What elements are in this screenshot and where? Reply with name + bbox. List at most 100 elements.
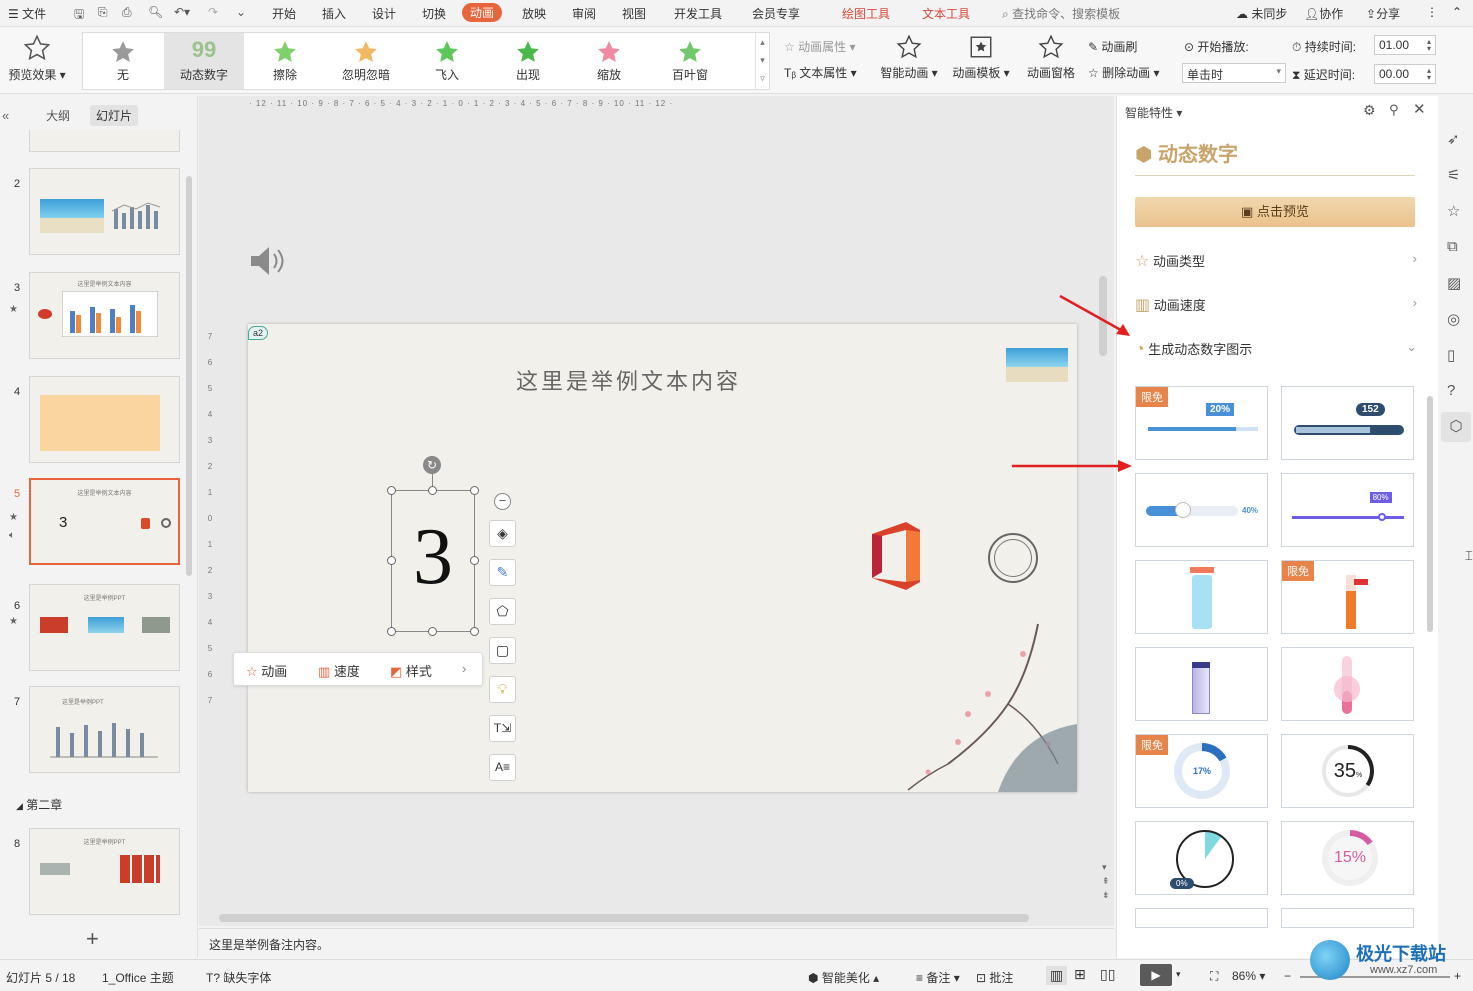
- tab-member[interactable]: 会员专享: [752, 5, 800, 22]
- animation-property-button[interactable]: ☆ 动画属性 ▾: [784, 38, 855, 55]
- collapse-panel-icon[interactable]: «: [2, 108, 9, 123]
- generate-diagram-row[interactable]: ◔ 生成动态数字图示 ⌄: [1135, 339, 1417, 369]
- save-icon[interactable]: 🖫: [74, 5, 84, 26]
- diagram-card-partial[interactable]: [1281, 908, 1414, 928]
- zoom-level[interactable]: 86% ▾: [1232, 969, 1265, 983]
- smart-animation-button[interactable]: 智能动画 ▾: [876, 34, 942, 81]
- share-button[interactable]: ⇪分享: [1366, 5, 1400, 22]
- zoom-out-icon[interactable]: −: [1284, 969, 1291, 983]
- fill-tool[interactable]: ⬠: [489, 598, 516, 625]
- diagram-card-2[interactable]: 152: [1281, 386, 1414, 460]
- slide-thumb-4[interactable]: [29, 376, 180, 463]
- anim-flicker[interactable]: 忽明忽暗: [326, 33, 406, 89]
- chevron-right-icon[interactable]: ›: [462, 661, 466, 676]
- start-mode-select[interactable]: 单击时 ▾: [1182, 63, 1286, 83]
- resize-handle[interactable]: [470, 486, 479, 495]
- tab-developer[interactable]: 开发工具: [674, 5, 722, 22]
- diagram-card-11[interactable]: 0%: [1135, 821, 1268, 895]
- play-dropdown-icon[interactable]: ▾: [1176, 969, 1181, 980]
- diagram-card-3[interactable]: 40%: [1135, 473, 1268, 547]
- slide-thumb-7[interactable]: 这里是举例PPT: [29, 686, 180, 773]
- tab-drawing-tools[interactable]: 绘图工具: [842, 5, 890, 22]
- diagram-card-5[interactable]: [1135, 560, 1268, 634]
- diagram-card-6[interactable]: 限免: [1281, 560, 1414, 634]
- print-icon[interactable]: ⎙: [122, 5, 132, 20]
- copy-icon[interactable]: ⧉: [1447, 238, 1458, 255]
- page-nav-arrows[interactable]: ▾ ⇞ ⇟: [1102, 860, 1110, 902]
- pen-tool[interactable]: ✎: [489, 559, 516, 586]
- cube-icon[interactable]: ⬡: [1441, 412, 1471, 442]
- text-format-tool[interactable]: A≡: [489, 754, 516, 781]
- tab-outline[interactable]: 大纲: [46, 107, 70, 124]
- collapse-ribbon-icon[interactable]: ⌃: [1452, 5, 1462, 19]
- fit-window-icon[interactable]: ⛶: [1210, 969, 1218, 984]
- slide-thumb-5[interactable]: 这里是举例文本内容 3: [29, 478, 180, 565]
- diagram-card-1[interactable]: 20% 限免: [1135, 386, 1268, 460]
- tab-animation[interactable]: 动画: [462, 3, 503, 22]
- add-slide-icon[interactable]: +: [86, 926, 99, 952]
- tab-slideshow[interactable]: 放映: [522, 5, 546, 22]
- slide-title[interactable]: 这里是举例文本内容: [516, 364, 741, 396]
- section-header[interactable]: ◢ 第二章: [16, 796, 62, 813]
- image-icon[interactable]: ▨: [1447, 274, 1461, 292]
- number-textbox[interactable]: 3: [391, 490, 475, 632]
- reading-view-icon[interactable]: ▯▯: [1100, 966, 1115, 983]
- panel-header[interactable]: 智能特性 ▾: [1125, 104, 1182, 121]
- duration-stepper[interactable]: 01.00 ▴ ▾: [1374, 35, 1436, 55]
- diagram-card-10[interactable]: 35%: [1281, 734, 1414, 808]
- tab-slides[interactable]: 幻灯片: [90, 105, 139, 126]
- diagram-card-12[interactable]: 15%: [1281, 821, 1414, 895]
- animation-speed-row[interactable]: ▥ 动画速度 ›: [1135, 295, 1417, 325]
- anim-blinds[interactable]: 百叶窗: [650, 33, 730, 89]
- notes-pane[interactable]: 这里是举例备注内容。: [199, 928, 1114, 958]
- diagram-card-9[interactable]: 17% 限免: [1135, 734, 1268, 808]
- compass-icon[interactable]: ◎: [1447, 310, 1460, 328]
- resize-handle[interactable]: [428, 627, 437, 636]
- diagram-card-8[interactable]: [1281, 647, 1414, 721]
- preview-button[interactable]: ▣ 点击预览: [1135, 197, 1415, 227]
- animation-brush-button[interactable]: ✎ 动画刷: [1088, 38, 1137, 55]
- more-icon[interactable]: ⋮: [1426, 5, 1438, 19]
- thumb-scrollbar[interactable]: [186, 176, 192, 576]
- normal-view-icon[interactable]: ▥: [1046, 966, 1068, 985]
- anim-appear[interactable]: 出现: [488, 33, 568, 89]
- redo-icon[interactable]: ↷: [208, 5, 218, 19]
- sliders-icon[interactable]: ⚟: [1447, 166, 1460, 184]
- tab-view[interactable]: 视图: [622, 5, 646, 22]
- delay-stepper[interactable]: 00.00 ▴ ▾: [1374, 64, 1436, 84]
- rocket-icon[interactable]: ➶: [1447, 130, 1460, 148]
- animation-type-row[interactable]: ☆ 动画类型 ›: [1135, 251, 1417, 281]
- layer-tool[interactable]: ◈: [489, 520, 516, 547]
- anim-fly-in[interactable]: 飞入: [407, 33, 487, 89]
- star-icon[interactable]: ☆: [1447, 202, 1460, 220]
- animation-template-button[interactable]: 动画模板 ▾: [948, 34, 1014, 81]
- quick-style-button[interactable]: ◩ 样式: [390, 661, 432, 680]
- collapse-tools-icon[interactable]: −: [494, 493, 511, 510]
- anim-wipe[interactable]: 擦除: [245, 33, 325, 89]
- print-preview-icon[interactable]: 🔍︎: [148, 5, 163, 19]
- quick-animation-button[interactable]: ☆ 动画: [246, 661, 287, 680]
- file-menu[interactable]: ☰ 文件: [8, 5, 46, 22]
- resize-handle[interactable]: [470, 556, 479, 565]
- slide-thumb-1-partial[interactable]: [29, 130, 180, 152]
- export-icon[interactable]: ⎘: [98, 5, 108, 20]
- sorter-view-icon[interactable]: ⊞: [1074, 966, 1086, 983]
- smart-beautify-button[interactable]: ⬢ 智能美化 ▴: [808, 969, 879, 986]
- anim-none[interactable]: 无: [83, 33, 163, 89]
- text-property-button[interactable]: Tᵦ 文本属性 ▾: [784, 64, 857, 81]
- animation-pane-button[interactable]: 动画窗格: [1022, 34, 1080, 81]
- slide-thumb-3[interactable]: 这里是举例文本内容: [29, 272, 180, 359]
- tab-transition[interactable]: 切换: [422, 5, 446, 22]
- settings-icon[interactable]: ⚙: [1363, 102, 1376, 119]
- tab-insert[interactable]: 插入: [322, 5, 346, 22]
- close-icon[interactable]: ✕: [1413, 100, 1426, 118]
- resize-handle[interactable]: [428, 486, 437, 495]
- diagram-card-4[interactable]: 80%: [1281, 473, 1414, 547]
- tab-review[interactable]: 审阅: [572, 5, 596, 22]
- slide-thumb-8[interactable]: 这里是举例PPT: [29, 828, 180, 915]
- ring-shape[interactable]: [988, 533, 1038, 583]
- panel-scrollbar[interactable]: [1427, 396, 1433, 632]
- idea-tool[interactable]: 💡︎: [489, 676, 516, 703]
- notes-button[interactable]: ≡ 备注 ▾: [916, 969, 960, 986]
- slide-thumb-6[interactable]: 这里是举例PPT: [29, 584, 180, 671]
